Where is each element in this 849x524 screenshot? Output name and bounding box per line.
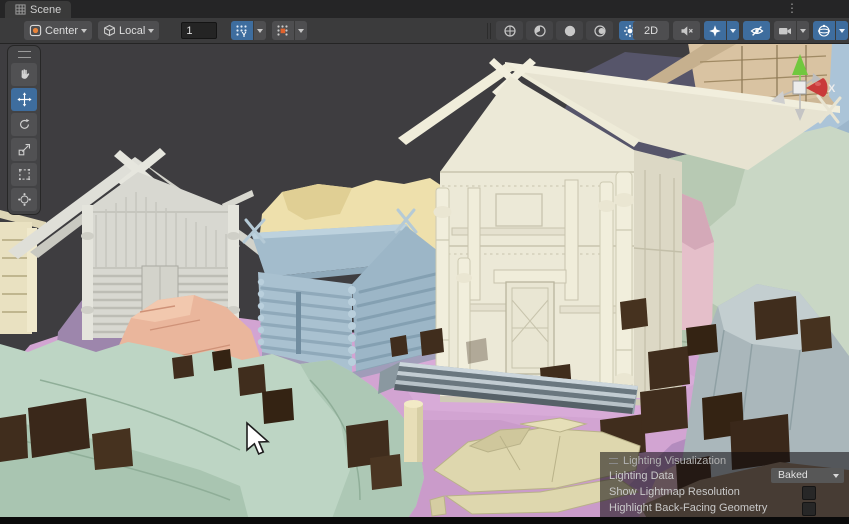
chevron-down-icon bbox=[148, 29, 154, 33]
grid-size-input[interactable] bbox=[181, 22, 217, 39]
grid-tab-icon bbox=[15, 4, 26, 15]
chevron-down-icon[interactable] bbox=[253, 21, 266, 40]
chevron-down-icon[interactable] bbox=[294, 21, 307, 40]
chevron-down-icon[interactable] bbox=[835, 21, 848, 40]
shading-shaded-wireframe-button[interactable] bbox=[526, 21, 553, 40]
scene-visibility-icon bbox=[750, 24, 764, 38]
audio-mute-icon bbox=[680, 24, 694, 38]
chevron-down-icon bbox=[81, 29, 87, 33]
tool-rect[interactable] bbox=[11, 163, 37, 186]
toolbar-separator bbox=[487, 23, 488, 39]
svg-text:Y: Y bbox=[242, 30, 247, 38]
orientation-label: Local bbox=[119, 25, 145, 37]
tab-bar: Scene ⋮ bbox=[0, 0, 849, 19]
show-lightmap-resolution-checkbox[interactable] bbox=[802, 486, 816, 500]
tool-rotate[interactable] bbox=[11, 113, 37, 136]
mode-2d-button[interactable]: 2D bbox=[633, 21, 669, 40]
effects-button[interactable] bbox=[704, 21, 739, 40]
scale-icon bbox=[16, 141, 33, 158]
tool-transform[interactable] bbox=[11, 188, 37, 211]
gizmos-button[interactable] bbox=[813, 21, 848, 40]
scene-3d-viewport[interactable]: X bbox=[0, 43, 849, 517]
pivot-mode-button[interactable]: Center bbox=[24, 21, 92, 40]
transform-icon bbox=[16, 191, 33, 208]
pivot-mode-label: Center bbox=[45, 25, 78, 37]
shading-wireframe-icon bbox=[503, 24, 517, 38]
rect-tool-icon bbox=[16, 166, 33, 183]
tab-label: Scene bbox=[30, 4, 61, 16]
cylinder-post[interactable] bbox=[404, 400, 423, 462]
scene-toolbar: Center Local Y bbox=[0, 18, 849, 44]
hand-icon bbox=[16, 66, 33, 83]
shading-shaded-wireframe-icon bbox=[533, 24, 547, 38]
rotate-icon bbox=[16, 116, 33, 133]
grid-snap-icon: Y bbox=[235, 24, 249, 38]
highlight-backfacing-label: Highlight Back-Facing Geometry bbox=[609, 502, 767, 514]
tool-scale[interactable] bbox=[11, 138, 37, 161]
pivot-center-icon bbox=[29, 24, 42, 37]
shading-misc-button[interactable] bbox=[586, 21, 613, 40]
window-bottom-edge bbox=[0, 517, 849, 524]
tool-hand[interactable] bbox=[11, 63, 37, 86]
move-icon bbox=[16, 91, 33, 108]
shading-wireframe-button[interactable] bbox=[496, 21, 523, 40]
panel-drag-handle-icon[interactable] bbox=[609, 458, 618, 464]
shading-shaded-icon bbox=[563, 24, 577, 38]
panel-title: Lighting Visualization bbox=[623, 455, 726, 467]
snap-increment-button[interactable] bbox=[272, 21, 307, 40]
tool-palette bbox=[7, 45, 41, 215]
lighting-data-dropdown[interactable]: Baked bbox=[771, 468, 844, 483]
orientation-cube-icon bbox=[103, 24, 116, 37]
snap-increment-icon bbox=[276, 24, 290, 38]
palette-drag-handle[interactable] bbox=[18, 51, 31, 58]
tab-overflow-menu-icon[interactable]: ⋮ bbox=[786, 0, 798, 17]
chevron-down-icon[interactable] bbox=[726, 21, 739, 40]
shading-misc-icon bbox=[593, 24, 607, 38]
audio-toggle-button[interactable] bbox=[673, 21, 700, 40]
unity-scene-view-window: X Scene ⋮ Center bbox=[0, 0, 849, 524]
gizmos-icon bbox=[817, 24, 831, 38]
gizmo-x-label[interactable]: X bbox=[828, 83, 836, 95]
chevron-down-icon[interactable] bbox=[796, 21, 809, 40]
camera-icon bbox=[778, 24, 792, 38]
chevron-down-icon bbox=[833, 474, 839, 478]
camera-settings-button[interactable] bbox=[774, 21, 809, 40]
effects-icon bbox=[708, 24, 722, 38]
orientation-button[interactable]: Local bbox=[98, 21, 159, 40]
show-lightmap-resolution-label: Show Lightmap Resolution bbox=[609, 486, 740, 498]
highlight-backfacing-checkbox[interactable] bbox=[802, 502, 816, 516]
tab-scene[interactable]: Scene bbox=[5, 1, 71, 18]
lighting-visualization-panel: Lighting Visualization Lighting Data Bak… bbox=[600, 452, 849, 517]
shading-shaded-button[interactable] bbox=[556, 21, 583, 40]
grid-visibility-button[interactable]: Y bbox=[231, 21, 266, 40]
lighting-data-label: Lighting Data bbox=[609, 470, 674, 482]
scene-visibility-button[interactable] bbox=[743, 21, 770, 40]
tool-move[interactable] bbox=[11, 88, 37, 111]
